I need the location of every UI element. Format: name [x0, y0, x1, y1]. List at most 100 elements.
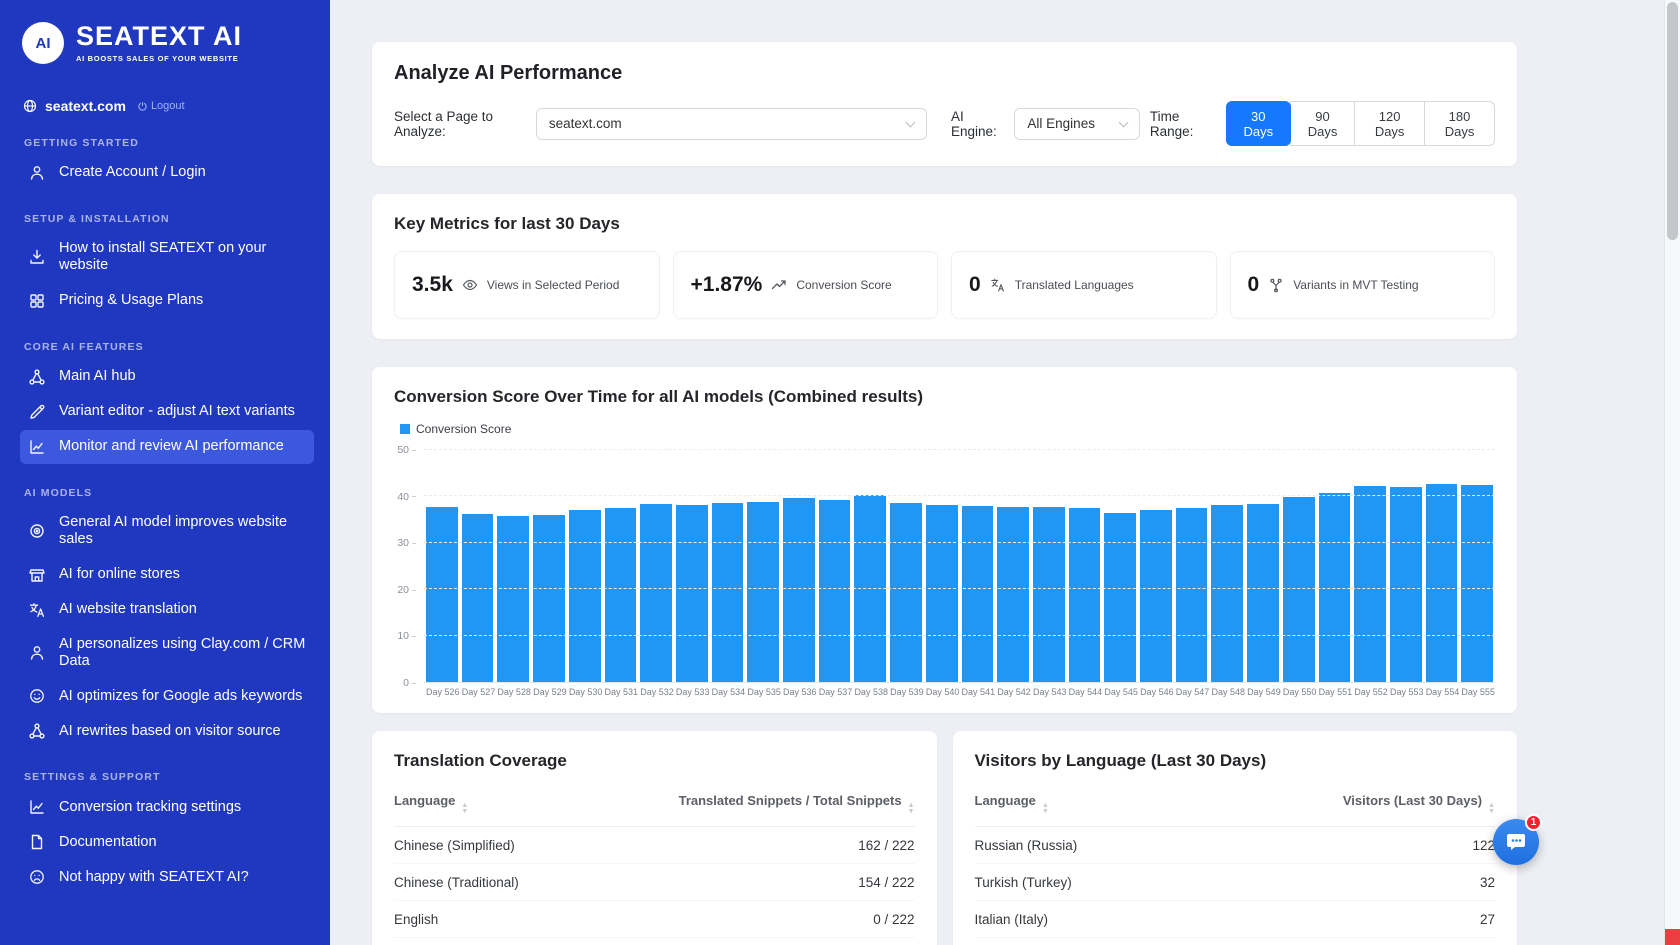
chart-x-tick-label: Day 528: [497, 687, 531, 697]
column-header-snippets[interactable]: Translated Snippets / Total Snippets ▲ ▼: [574, 781, 915, 827]
nav-section-heading: GETTING STARTED: [24, 137, 139, 149]
chevron-down-icon: [1118, 117, 1129, 127]
metric-label: Conversion Score: [796, 278, 892, 292]
download-icon: [28, 248, 46, 266]
line-chart-icon: [28, 798, 46, 816]
nav-section-heading: CORE AI FEATURES: [24, 340, 144, 353]
logout-button[interactable]: Logout: [137, 100, 185, 112]
time-range-30-days[interactable]: 30 Days: [1225, 101, 1291, 146]
chart-y-tick-label: 30: [397, 537, 416, 549]
metric-translated-languages: 0 Translated Languages: [951, 251, 1217, 319]
chart-title: Conversion Score Over Time for all AI mo…: [394, 387, 924, 406]
sidebar-item-variant-editor[interactable]: Variant editor - adjust AI text variants: [20, 395, 314, 429]
chart-bar: [1354, 486, 1386, 682]
sidebar-item-install[interactable]: How to install SEATEXT on your website: [20, 232, 314, 283]
chart-bar: [675, 504, 708, 682]
page-select[interactable]: seatext.com: [535, 107, 928, 140]
chart-bar: [711, 502, 744, 682]
sidebar-item-online-stores[interactable]: AI for online stores: [20, 558, 314, 592]
sidebar-item-documentation[interactable]: Documentation: [20, 825, 314, 859]
chart-bar: [640, 504, 672, 682]
column-header-language[interactable]: Language ▲ ▼: [974, 781, 1201, 827]
chart-bar: [461, 514, 494, 682]
sidebar-item-main-ai-hub[interactable]: Main AI hub: [20, 360, 314, 394]
sidebar-item-pricing[interactable]: Pricing & Usage Plans: [20, 284, 314, 318]
chart-bar: [1247, 504, 1279, 682]
metric-value: 3.5k: [412, 273, 453, 296]
chart-bar: [1140, 510, 1172, 682]
chart-bar: [1461, 484, 1494, 682]
chart-x-tick-label: Day 547: [1175, 687, 1210, 697]
chart-bar: [1282, 497, 1315, 682]
sidebar-item-google-ads[interactable]: AI optimizes for Google ads keywords: [20, 679, 314, 713]
engine-select-label: AI Engine:: [951, 108, 997, 139]
analyze-card: Analyze AI Performance Select a Page to …: [372, 42, 1517, 166]
sidebar-item-not-happy[interactable]: Not happy with SEATEXT AI?: [20, 860, 314, 894]
sidebar-item-general-ai-model[interactable]: General AI model improves website sales: [20, 506, 314, 557]
sidebar-item-create-account[interactable]: Create Account / Login: [20, 156, 314, 190]
chart-bar: [1175, 507, 1208, 682]
column-header-language[interactable]: Language ▲ ▼: [394, 781, 575, 827]
chart-bar: [497, 515, 530, 682]
metric-value: 0: [1247, 273, 1260, 296]
chart-legend-item[interactable]: Conversion Score: [400, 422, 1495, 436]
time-range-90-days[interactable]: 90 Days: [1289, 101, 1356, 146]
chart-x-tick-label: Day 540: [925, 687, 960, 697]
chart-bar: [1068, 508, 1101, 682]
chart-bar: [1104, 513, 1137, 682]
chart-x-tick-label: Day 553: [1389, 687, 1424, 697]
chart-x-tick-label: Day 532: [640, 687, 674, 697]
metric-value: +1.87%: [690, 273, 763, 296]
hub-icon: [28, 368, 46, 386]
chart-bar: [426, 506, 458, 682]
chart-x-tick-label: Day 545: [1104, 687, 1138, 697]
time-range-120-days[interactable]: 120 Days: [1354, 101, 1426, 146]
chart-bar: [997, 507, 1029, 682]
sidebar: AI SEATEXT AI AI BOOSTS SALES OF YOUR WE…: [0, 0, 330, 945]
chat-unread-badge: 1: [1525, 814, 1542, 831]
globe-icon: [22, 98, 38, 114]
legend-label: Conversion Score: [416, 422, 512, 436]
translate-icon: [990, 277, 1006, 293]
logo-badge: AI: [22, 22, 64, 64]
visitors-by-language-table: Language ▲ ▼ Visitors (Last 30 Days) ▲ ▼ Rus…: [974, 781, 1496, 945]
chart-x-tick-label: Day 549: [1247, 687, 1281, 697]
column-header-visitors[interactable]: Visitors (Last 30 Days) ▲ ▼: [1200, 781, 1495, 827]
table-row: Chinese (Simplified) 162 / 222: [394, 826, 915, 864]
time-range-180-days[interactable]: 180 Days: [1424, 101, 1495, 146]
chart-x-labels: Day 526 Day 527 Day 528 Day 529 Day 530 Day 5…: [424, 683, 1495, 697]
scrollbar[interactable]: [1664, 0, 1680, 945]
chart-bar: [1425, 484, 1458, 682]
chart-x-tick-label: Day 530: [568, 687, 603, 697]
nav-section-heading: AI MODELS: [24, 486, 93, 499]
engine-select[interactable]: All Engines: [1014, 107, 1140, 140]
sidebar-item-monitor-performance[interactable]: Monitor and review AI performance: [20, 429, 314, 464]
line-chart-icon: [28, 438, 46, 456]
mvt-branch-icon: [1268, 277, 1284, 293]
chart-x-tick-label: Day 543: [1032, 687, 1067, 697]
metric-views: 3.5k Views in Selected Period: [394, 251, 660, 319]
sidebar-item-conversion-tracking[interactable]: Conversion tracking settings: [20, 790, 314, 824]
chart-gridline: [424, 588, 1495, 590]
translate-icon: [28, 601, 46, 619]
scrollbar-thumb[interactable]: [1667, 2, 1678, 240]
chart-x-tick-label: Day 541: [961, 687, 996, 697]
chart-bar: [604, 507, 637, 682]
chart-bar: [533, 515, 565, 682]
sidebar-item-visitor-source[interactable]: AI rewrites based on visitor source: [20, 714, 314, 748]
document-icon: [28, 833, 46, 851]
table-row: German (Germany)27: [975, 938, 1496, 945]
logo[interactable]: AI SEATEXT AI AI BOOSTS SALES OF YOUR WE…: [20, 22, 314, 64]
translation-coverage-table: Language ▲ ▼ Translated Snippets / Total S…: [394, 781, 915, 945]
sidebar-item-personalizes-crm[interactable]: AI personalizes using Clay.com / CRM Dat…: [20, 628, 314, 679]
chart-x-tick-label: Day 542: [997, 687, 1031, 697]
sidebar-item-website-translation[interactable]: AI website translation: [20, 593, 314, 627]
smile-icon: [28, 687, 46, 705]
chart-bar: [818, 499, 851, 682]
chart-x-tick-label: Day 555: [1461, 687, 1495, 697]
chart-bar: [1211, 504, 1244, 682]
nav-section-heading: SETUP & INSTALLATION: [24, 213, 170, 225]
chat-widget-button[interactable]: 1: [1493, 814, 1542, 865]
chart-x-tick-label: Day 546: [1140, 687, 1174, 697]
table-row: Turkish (Turkey) 32: [974, 863, 1495, 901]
